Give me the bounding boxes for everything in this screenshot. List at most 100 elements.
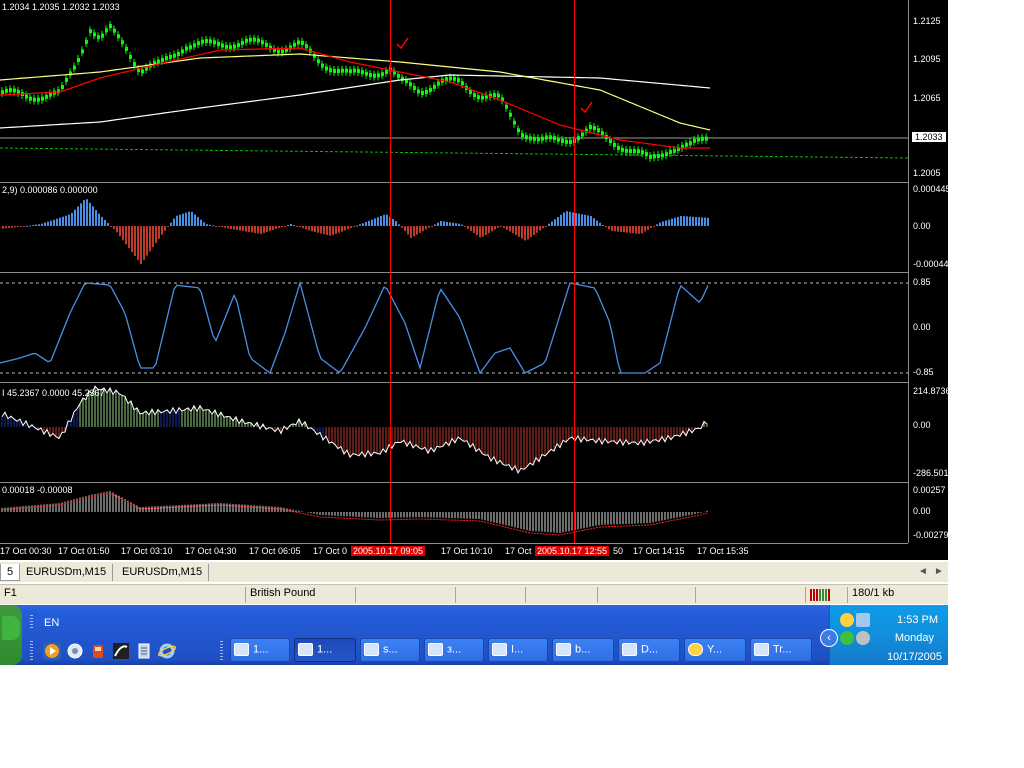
media-player-icon[interactable] [43, 642, 61, 660]
tool-icon[interactable] [89, 642, 107, 660]
osma-bar [200, 219, 202, 226]
metatrader-icon[interactable] [112, 642, 130, 660]
taskbar-button[interactable]: b... [552, 638, 614, 662]
osma-bar [623, 226, 625, 233]
oscillator-pane[interactable]: 0.85 0.00 -0.85 [0, 273, 934, 383]
chart-window[interactable]: 1.2034 1.2035 1.2032 1.2033 1.2125 1.209… [0, 0, 948, 560]
status-profile: British Pound [245, 587, 355, 603]
osma-bar [650, 226, 652, 228]
osma-bar [605, 226, 607, 228]
candle-body [565, 139, 568, 144]
macd-pane[interactable]: 0.00018 -0.00008 0.00257 0.00 -0.00279 [0, 483, 948, 543]
price-pane[interactable]: 1.2034 1.2035 1.2032 1.2033 1.2125 1.209… [0, 0, 947, 183]
toolbar-grip[interactable] [30, 615, 33, 629]
chart-tab[interactable]: EURUSDm,M15 [116, 564, 210, 581]
osma-bar [641, 226, 643, 234]
ie-icon[interactable] [157, 642, 177, 660]
osma-bar [272, 226, 274, 230]
toolbar-grip[interactable] [30, 641, 33, 661]
candle-body [233, 44, 236, 49]
taskbar-button[interactable]: s... [360, 638, 420, 662]
antivirus-tray-icon[interactable] [840, 631, 854, 645]
osma-bar [536, 226, 538, 233]
osma-bar [533, 226, 535, 235]
messenger-tray-icon[interactable] [840, 613, 854, 627]
chart-tab[interactable]: EURUSDm,M15 [20, 564, 114, 581]
candle-body [653, 154, 656, 159]
candle-body [77, 58, 80, 63]
osma-bar [464, 226, 466, 227]
time-label: 17 Oct [505, 546, 532, 556]
osma-pane[interactable]: 2,9) 0.000086 0.000000 0.000445 0.00 -0.… [0, 183, 948, 273]
time-label: 17 Oct 15:35 [697, 546, 749, 556]
macd-chart[interactable] [0, 483, 908, 543]
clock-date: 10/17/2005 [886, 651, 942, 663]
osma-bar [275, 226, 277, 229]
candle-body [421, 90, 424, 95]
oscillator-axis-label: 0.00 [913, 322, 931, 332]
osma-bar [266, 226, 268, 232]
osma-bar [248, 226, 250, 232]
moving-average-slow [0, 74, 711, 129]
taskbar-button[interactable]: D... [618, 638, 680, 662]
candle-body [341, 68, 344, 73]
network-tray-icon[interactable] [856, 613, 870, 627]
vertical-marker-2[interactable] [574, 0, 575, 543]
candle-body [249, 37, 252, 42]
osma-bar [563, 212, 565, 226]
osma-bar [332, 226, 334, 236]
osma-bar [494, 226, 496, 230]
price-chart[interactable] [0, 0, 908, 182]
osma-bar [128, 226, 130, 249]
taskbar-button-label: b... [575, 643, 591, 656]
start-button[interactable] [0, 605, 22, 665]
cci-pane[interactable]: I 45.2367 0.0000 45.2367 214.8736 0.00 -… [0, 383, 948, 483]
osma-bar [350, 226, 352, 228]
osma-axis[interactable]: 0.000445 0.00 -0.00044 [908, 183, 948, 273]
taskbar-button[interactable]: 1... [230, 638, 290, 662]
language-indicator[interactable]: EN [44, 617, 59, 629]
firefox-icon[interactable] [66, 642, 84, 660]
candle-body [161, 57, 164, 62]
osma-bar [701, 217, 703, 226]
osma-bar [566, 211, 568, 226]
cci-axis[interactable]: 214.8736 0.00 -286.501 [908, 383, 948, 483]
candle-body [609, 139, 612, 144]
clock-time[interactable]: 1:53 PM [897, 614, 938, 626]
osma-bar [326, 226, 328, 235]
volume-tray-icon[interactable] [856, 631, 870, 645]
candle-body [41, 96, 44, 101]
macd-axis[interactable]: 0.00257 0.00 -0.00279 [908, 483, 948, 543]
taskbar-button[interactable]: Y... [684, 638, 746, 662]
candle-body [45, 94, 48, 99]
show-hidden-icons-button[interactable]: ‹ [820, 629, 838, 647]
oscillator-axis[interactable]: 0.85 0.00 -0.85 [908, 273, 948, 383]
chart-tab[interactable]: 5 [0, 564, 21, 581]
candle-body [1, 90, 4, 95]
tabs-scroll-left-icon[interactable]: ◄ [918, 566, 928, 577]
vertical-marker-1[interactable] [390, 0, 391, 543]
notepad-icon[interactable] [135, 642, 153, 660]
macd-axis-label: 0.00257 [913, 485, 946, 495]
taskbar-button-active[interactable]: 1... [294, 638, 356, 662]
osma-bar [2, 226, 4, 229]
price-axis[interactable]: 1.2125 1.2095 1.2065 1.2033 1.2005 [908, 0, 948, 183]
osma-bar [500, 226, 502, 227]
osma-axis-label: 0.000445 [913, 184, 948, 194]
osma-bar [626, 226, 628, 233]
cci-chart[interactable] [0, 383, 908, 482]
candle-body [529, 136, 532, 141]
macd-axis-label: 0.00 [913, 506, 931, 516]
osma-bar [521, 226, 523, 239]
osma-histogram[interactable] [0, 183, 908, 272]
tabs-scroll-right-icon[interactable]: ► [934, 566, 944, 577]
time-axis[interactable]: 17 Oct 00:30 17 Oct 01:50 17 Oct 03:10 1… [0, 543, 908, 560]
taskbar-button[interactable]: Tr... [750, 638, 812, 662]
osma-bar [392, 218, 394, 226]
taskbar-button[interactable]: I... [488, 638, 548, 662]
toolbar-grip[interactable] [220, 641, 223, 661]
osma-bar [299, 226, 301, 228]
osma-bar [458, 223, 460, 226]
oscillator-chart[interactable] [0, 273, 908, 382]
taskbar-button[interactable]: з... [424, 638, 484, 662]
